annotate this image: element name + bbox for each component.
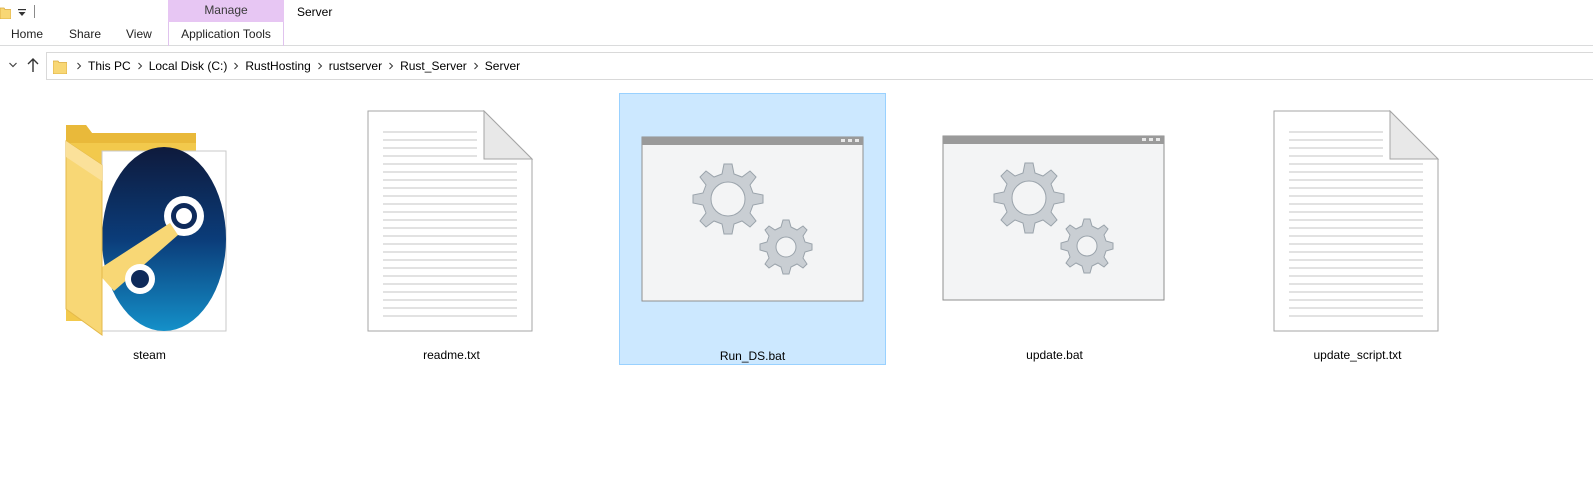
text-document-icon [367, 110, 534, 332]
file-item-run-ds[interactable]: Run_DS.bat [619, 93, 886, 365]
thumbnail [318, 93, 585, 343]
chevron-right-icon [137, 62, 142, 70]
breadcrumb-chevron-icon[interactable] [312, 53, 328, 79]
thumbnail [921, 93, 1188, 343]
address-bar[interactable]: This PC Local Disk (C:) RustHosting rust… [46, 52, 1593, 80]
recent-locations-chevron-icon[interactable] [8, 61, 18, 69]
thumbnail [16, 93, 283, 343]
breadcrumb-local-disk[interactable]: Local Disk (C:) [148, 59, 229, 73]
title-bar: Manage Server [0, 0, 1593, 24]
up-arrow-icon[interactable] [26, 57, 40, 73]
chevron-right-icon [473, 62, 479, 70]
breadcrumb-chevron-icon[interactable] [132, 53, 148, 79]
file-name: readme.txt [423, 348, 480, 362]
thumbnail [1224, 93, 1491, 343]
tab-home[interactable]: Home [11, 27, 43, 41]
breadcrumb-chevron-icon[interactable] [468, 53, 484, 79]
breadcrumb-rusthosting[interactable]: RustHosting [244, 59, 311, 73]
toolbar-separator [34, 5, 35, 18]
thumbnail [620, 94, 885, 344]
window-title: Server [297, 5, 333, 19]
breadcrumb-server[interactable]: Server [484, 59, 521, 73]
tab-application-tools[interactable]: Application Tools [168, 22, 284, 46]
file-name: update_script.txt [1313, 348, 1402, 362]
breadcrumb-chevron-icon[interactable] [71, 53, 87, 79]
batch-file-icon [641, 136, 864, 302]
navigation-bar: This PC Local Disk (C:) RustHosting rust… [0, 47, 1593, 85]
file-item-readme[interactable]: readme.txt [318, 93, 585, 365]
file-item-update-script[interactable]: update_script.txt [1224, 93, 1491, 365]
folder-icon [53, 60, 67, 74]
breadcrumb-rustserver[interactable]: rustserver [328, 59, 383, 73]
breadcrumb: This PC Local Disk (C:) RustHosting rust… [71, 53, 521, 79]
breadcrumb-this-pc[interactable]: This PC [87, 59, 132, 73]
file-item-update-bat[interactable]: update.bat [921, 93, 1188, 365]
chevron-right-icon [317, 62, 322, 70]
file-name: update.bat [1026, 348, 1083, 362]
tab-view[interactable]: View [126, 27, 152, 41]
batch-file-icon [942, 135, 1165, 301]
ribbon-tab-bar: Home Share View Application Tools [0, 22, 1593, 46]
file-list-view[interactable]: steam readme.txt Run_DS.bat update.bat u… [0, 86, 1593, 483]
file-name: steam [133, 348, 166, 362]
steam-folder-icon [65, 125, 227, 336]
chevron-right-icon [234, 62, 239, 70]
breadcrumb-chevron-icon[interactable] [228, 53, 244, 79]
breadcrumb-rust-server[interactable]: Rust_Server [399, 59, 468, 73]
folder-icon[interactable] [0, 6, 11, 19]
file-name: Run_DS.bat [719, 349, 786, 363]
breadcrumb-chevron-icon[interactable] [383, 53, 399, 79]
text-document-icon [1273, 110, 1440, 332]
file-item-steam[interactable]: steam [16, 93, 283, 365]
chevron-right-icon [389, 62, 394, 70]
chevron-right-icon [77, 62, 82, 70]
tab-share[interactable]: Share [69, 27, 101, 41]
customize-quick-access-dropdown-icon[interactable] [17, 8, 27, 18]
manage-context-group[interactable]: Manage [168, 0, 284, 22]
